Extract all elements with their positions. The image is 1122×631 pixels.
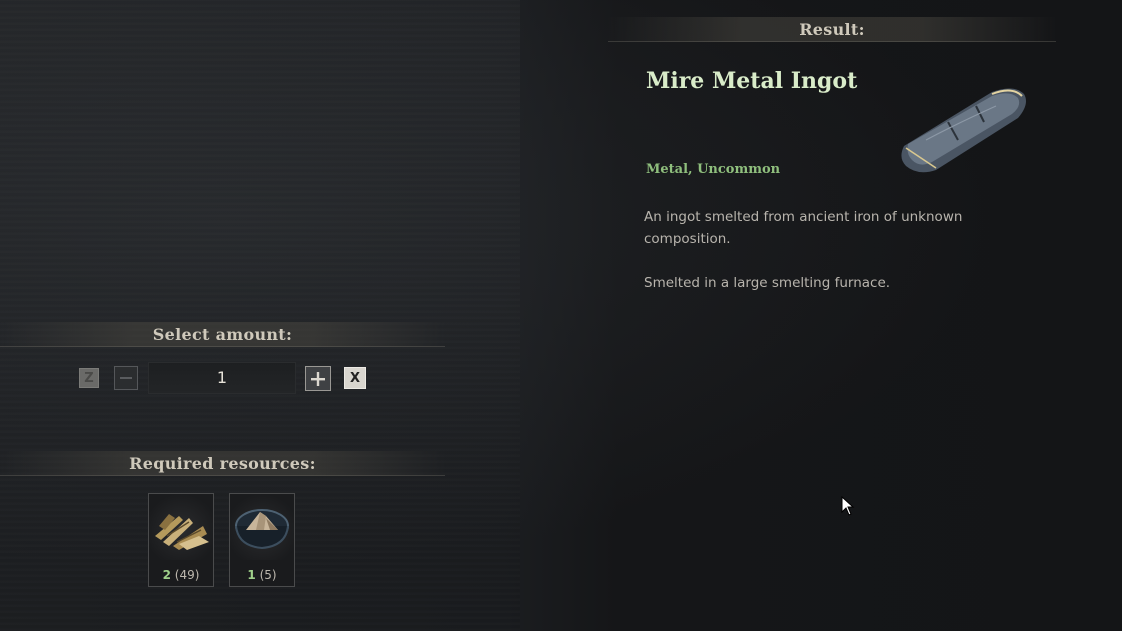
result-header: Result: <box>608 17 1056 42</box>
select-amount-header: Select amount: <box>0 322 445 347</box>
resource-slot-bone-shards[interactable]: 2 (49) <box>148 493 214 587</box>
description-paragraph: An ingot smelted from ancient iron of un… <box>644 209 963 247</box>
result-item-name: Mire Metal Ingot <box>646 68 858 94</box>
required-resources-header: Required resources: <box>0 451 445 476</box>
resource-slot-ore-bowl[interactable]: 1 (5) <box>229 493 295 587</box>
plus-icon <box>311 371 325 386</box>
result-item-description: An ingot smelted from ancient iron of un… <box>644 206 994 316</box>
x-key-button[interactable]: X <box>344 367 366 389</box>
result-item-type: Metal, Uncommon <box>646 162 781 177</box>
resource-owned-amount: (49) <box>174 568 200 582</box>
minus-icon <box>120 377 132 379</box>
resource-owned-amount: (5) <box>259 568 277 582</box>
mouse-cursor-icon <box>841 496 855 516</box>
bone-shards-icon <box>149 494 213 560</box>
resource-count: 1 (5) <box>230 568 294 582</box>
crafting-screen: Select amount: Z 1 X Required resources: <box>0 0 1122 631</box>
resource-required-amount: 2 <box>162 568 171 582</box>
metal-ingot-icon <box>901 88 1026 173</box>
amount-input[interactable]: 1 <box>148 362 296 394</box>
description-paragraph: Smelted in a large smelting furnace. <box>644 275 891 291</box>
decrease-amount-button[interactable] <box>114 366 138 390</box>
resource-required-amount: 1 <box>247 568 256 582</box>
resource-count: 2 (49) <box>149 568 213 582</box>
z-key-button[interactable]: Z <box>79 368 99 388</box>
ore-bowl-icon <box>230 494 294 560</box>
increase-amount-button[interactable] <box>305 366 331 391</box>
